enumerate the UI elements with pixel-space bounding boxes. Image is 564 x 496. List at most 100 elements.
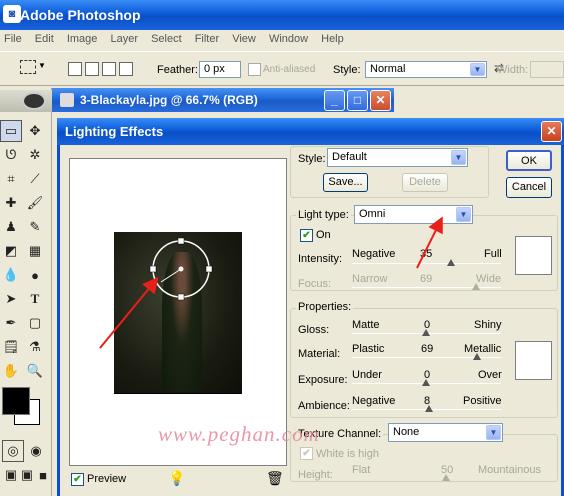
full-screen-mode-icon[interactable]: ■ [32, 464, 54, 486]
light-circle[interactable] [114, 232, 242, 394]
zoom-tool-icon[interactable]: 🔍 [24, 360, 46, 382]
material-min: Plastic [352, 343, 385, 355]
light-bulb-icon[interactable]: 💡 [168, 470, 185, 487]
chevron-down-icon: ▼ [456, 207, 471, 222]
on-checkbox[interactable]: ✔ [300, 229, 313, 242]
document-title-bar: 3-Blackayla.jpg @ 66.7% (RGB) _ □ ✕ [52, 88, 394, 112]
history-brush-tool-icon[interactable]: ✎ [24, 216, 46, 238]
blur-tool-icon[interactable]: 💧 [0, 264, 22, 286]
style-label: Style: [298, 153, 326, 165]
menu-view[interactable]: View [232, 33, 256, 45]
pen-tool-icon[interactable]: ✒ [0, 312, 22, 334]
dialog-title-bar: Lighting Effects ✕ [57, 118, 564, 145]
texture-channel-dropdown[interactable]: None ▼ [388, 423, 503, 442]
gloss-label: Gloss: [298, 324, 330, 336]
gradient-tool-icon[interactable]: ▦ [24, 240, 46, 262]
new-selection-icon[interactable] [68, 62, 82, 76]
style-select-value: Normal [370, 63, 406, 75]
notes-tool-icon[interactable]: 🗒 [0, 336, 22, 358]
cancel-button[interactable]: Cancel [506, 177, 552, 198]
trash-icon[interactable]: 🗑 [266, 470, 284, 487]
gloss-slider-thumb[interactable] [422, 329, 430, 336]
width-label: Width: [497, 64, 529, 76]
exposure-slider-thumb[interactable] [422, 379, 430, 386]
menu-filter[interactable]: Filter [195, 33, 219, 45]
material-value: 69 [421, 343, 434, 355]
intersect-selection-icon[interactable] [119, 62, 133, 76]
subtract-selection-icon[interactable] [102, 62, 116, 76]
delete-button[interactable]: Delete [402, 173, 448, 192]
style-select[interactable]: Normal ▼ [365, 61, 487, 78]
dropdown-arrow-icon[interactable]: ▼ [38, 61, 46, 70]
add-selection-icon[interactable] [85, 62, 99, 76]
light-type-dropdown[interactable]: Omni ▼ [354, 205, 473, 224]
ambience-slider-thumb[interactable] [425, 405, 433, 412]
brush-tool-icon[interactable]: 🖌 [24, 192, 46, 214]
intensity-slider-thumb[interactable] [447, 259, 455, 266]
feather-label: Feather: [157, 64, 198, 76]
marquee-tool-icon[interactable] [20, 60, 36, 74]
gloss-min: Matte [352, 319, 380, 331]
hand-tool-icon[interactable]: ✋ [0, 360, 22, 382]
properties-label: Properties: [296, 301, 354, 313]
move-tool-icon[interactable]: ✥ [24, 120, 46, 142]
eyedropper-tool-icon[interactable]: ⚗ [24, 336, 46, 358]
height-max: Mountainous [478, 464, 541, 476]
style-dropdown[interactable]: Default ▼ [327, 148, 468, 167]
chevron-down-icon: ▼ [470, 63, 485, 76]
save-button[interactable]: Save... [323, 173, 368, 192]
minimize-icon[interactable]: _ [324, 90, 345, 111]
light-radius-line [160, 268, 182, 283]
document-icon [60, 93, 74, 107]
lasso-tool-icon[interactable]: ᘎ [0, 144, 22, 166]
focus-label: Focus: [298, 278, 332, 290]
ambient-color-swatch[interactable] [515, 341, 552, 380]
type-tool-icon[interactable]: T [24, 288, 46, 310]
menu-select[interactable]: Select [151, 33, 182, 45]
handle-top [177, 237, 185, 245]
material-slider-thumb[interactable] [473, 353, 481, 360]
intensity-max: Full [484, 248, 502, 260]
dialog-close-icon[interactable]: ✕ [541, 121, 562, 142]
stamp-tool-icon[interactable]: ♟ [0, 216, 22, 238]
healing-brush-tool-icon[interactable]: ✚ [0, 192, 22, 214]
material-label: Material: [298, 348, 341, 360]
slice-tool-icon[interactable]: ⟋ [24, 168, 46, 190]
standard-mode-icon[interactable]: ◎ [2, 440, 24, 462]
maximize-icon[interactable]: □ [347, 90, 368, 111]
focus-slider-thumb[interactable] [472, 283, 480, 290]
shape-tool-icon[interactable]: ▢ [24, 312, 46, 334]
gloss-max: Shiny [474, 319, 502, 331]
anti-aliased-checkbox[interactable] [248, 63, 261, 76]
intensity-slider-track[interactable] [352, 263, 501, 264]
chevron-down-icon: ▼ [451, 150, 466, 165]
eraser-tool-icon[interactable]: ◩ [0, 240, 22, 262]
magic-wand-tool-icon[interactable]: ✲ [24, 144, 46, 166]
height-slider-thumb[interactable] [442, 474, 450, 481]
close-icon[interactable]: ✕ [370, 90, 391, 111]
white-is-high-checkbox[interactable]: ✔ [300, 447, 313, 460]
path-selection-tool-icon[interactable]: ➤ [0, 288, 22, 310]
menu-edit[interactable]: Edit [35, 33, 54, 45]
quick-mask-mode-icon[interactable]: ◉ [25, 440, 47, 462]
chevron-down-icon: ▼ [486, 425, 501, 440]
crop-tool-icon[interactable]: ⌗ [0, 168, 22, 190]
width-input[interactable] [530, 61, 564, 78]
app-title: Adobe Photoshop [20, 7, 141, 23]
menu-file[interactable]: File [4, 33, 22, 45]
menu-layer[interactable]: Layer [110, 33, 138, 45]
feather-input[interactable]: 0 px [199, 61, 241, 78]
menu-window[interactable]: Window [269, 33, 308, 45]
white-is-high-label: White is high [316, 448, 379, 460]
focus-min: Narrow [352, 273, 388, 285]
menu-image[interactable]: Image [67, 33, 98, 45]
foreground-color-swatch[interactable] [2, 387, 30, 415]
ok-button[interactable]: OK [506, 150, 552, 171]
light-type-label: Light type: [296, 209, 351, 221]
dodge-tool-icon[interactable]: ● [24, 264, 46, 286]
preview-area[interactable] [69, 158, 287, 466]
light-color-swatch[interactable] [515, 236, 552, 275]
preview-checkbox[interactable]: ✔ [71, 473, 84, 486]
rect-marquee-tool-icon[interactable]: ▭ [0, 120, 22, 142]
menu-help[interactable]: Help [321, 33, 344, 45]
